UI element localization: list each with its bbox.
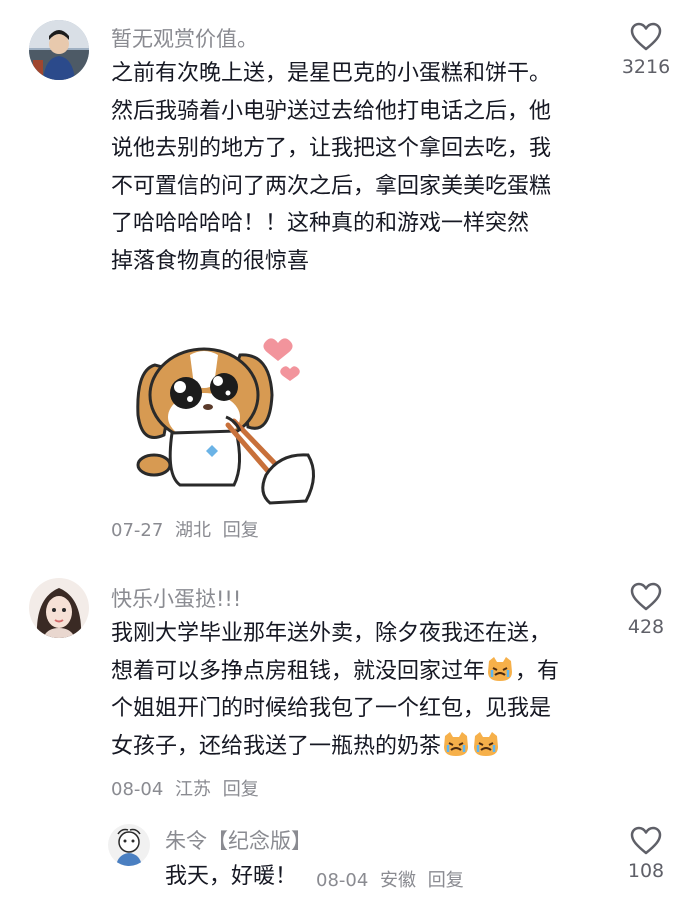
avatar[interactable] xyxy=(108,824,150,866)
reply-button[interactable]: 回复 xyxy=(223,779,259,800)
comment-text-line: 不可置信的问了两次之后，拿回家美美吃蛋糕 xyxy=(111,173,552,199)
comment-text-line: 我刚大学毕业那年送外卖，除夕夜我还在送， xyxy=(111,621,552,646)
heart-outline-icon xyxy=(630,22,662,51)
avatar[interactable] xyxy=(29,578,89,638)
reply-button[interactable]: 回复 xyxy=(428,870,464,891)
reply-meta: 08-04 安徽 回复 xyxy=(316,866,470,892)
comment-location: 湖北 xyxy=(175,520,212,541)
like-count: 428 xyxy=(627,616,665,638)
comment-text-line: 想着可以多挣点房租钱，就没回家过年 ，有 xyxy=(111,653,606,691)
reply-button[interactable]: 回复 xyxy=(223,520,259,541)
comment-text-line: 之前有次晚上送，是星巴克的小蛋糕和饼干。 xyxy=(111,61,552,86)
comment-date: 07-27 xyxy=(111,520,164,541)
reply-text-row: 我天，好暖！ xyxy=(165,858,297,896)
reply-item: 朱令【纪念版】 我天，好暖！ 08-04 安徽 回复 108 xyxy=(0,818,690,905)
like-button[interactable]: 428 xyxy=(610,582,682,638)
reply-username[interactable]: 朱令【纪念版】 xyxy=(165,825,312,855)
comment-text-line: 女孩子，还给我送了一瓶热的奶茶 xyxy=(111,728,606,766)
comment-text-line: 掉落食物真的很惊喜 xyxy=(111,248,310,274)
like-button[interactable]: 108 xyxy=(610,826,682,882)
comment-username[interactable]: 快乐小蛋挞!!! xyxy=(111,583,241,613)
crying-cat-emoji xyxy=(474,731,499,756)
comment-text-segment: ，有 xyxy=(515,658,560,684)
comment-text-line: 个姐姐开门的时候给我包了一个红包，见我是 xyxy=(111,696,552,721)
comment-text-line: 了哈哈哈哈哈！！这种真的和游戏一样突然 xyxy=(111,211,530,236)
comment-text-segment: 想着可以多挣点房租钱，就没回家过年 xyxy=(111,658,486,684)
comment-text-line: 然后我骑着小电驴送过去给他打电话之后，他 xyxy=(111,98,552,124)
crying-cat-emoji xyxy=(444,731,469,756)
reply-date: 08-04 xyxy=(316,870,369,891)
comment-location: 江苏 xyxy=(175,779,212,800)
comment-text: 我刚大学毕业那年送外卖，除夕夜我还在送， 想着可以多挣点房租钱，就没回家过年 ，有… xyxy=(111,615,606,765)
heart-outline-icon xyxy=(630,826,662,855)
like-count: 3216 xyxy=(621,56,671,78)
heart-outline-icon xyxy=(630,582,662,611)
reply-text: 我天，好暖！ xyxy=(165,864,298,889)
reply-location: 安徽 xyxy=(380,870,417,891)
crying-cat-emoji xyxy=(488,656,513,681)
comment-meta: 07-27 湖北 回复 xyxy=(111,516,265,542)
puppy-eating-sticker[interactable] xyxy=(130,325,325,510)
comment-username[interactable]: 暂无观赏价值。 xyxy=(111,23,258,53)
avatar[interactable] xyxy=(29,20,89,80)
comment-text-segment: 女孩子，还给我送了一瓶热的奶茶 xyxy=(111,733,442,759)
comment-text: 之前有次晚上送，是星巴克的小蛋糕和饼干。 然后我骑着小电驴送过去给他打电话之后，… xyxy=(111,55,601,280)
like-count: 108 xyxy=(627,860,665,882)
comment-item: 暂无观赏价值。 之前有次晚上送，是星巴克的小蛋糕和饼干。 然后我骑着小电驴送过去… xyxy=(0,0,690,560)
comment-date: 08-04 xyxy=(111,779,164,800)
like-button[interactable]: 3216 xyxy=(610,22,682,78)
comment-text-line: 说他去别的地方了，让我把这个拿回去吃，我 xyxy=(111,136,552,161)
comment-item: 快乐小蛋挞!!! 我刚大学毕业那年送外卖，除夕夜我还在送， 想着可以多挣点房租钱… xyxy=(0,570,690,810)
comment-meta: 08-04 江苏 回复 xyxy=(111,775,265,801)
